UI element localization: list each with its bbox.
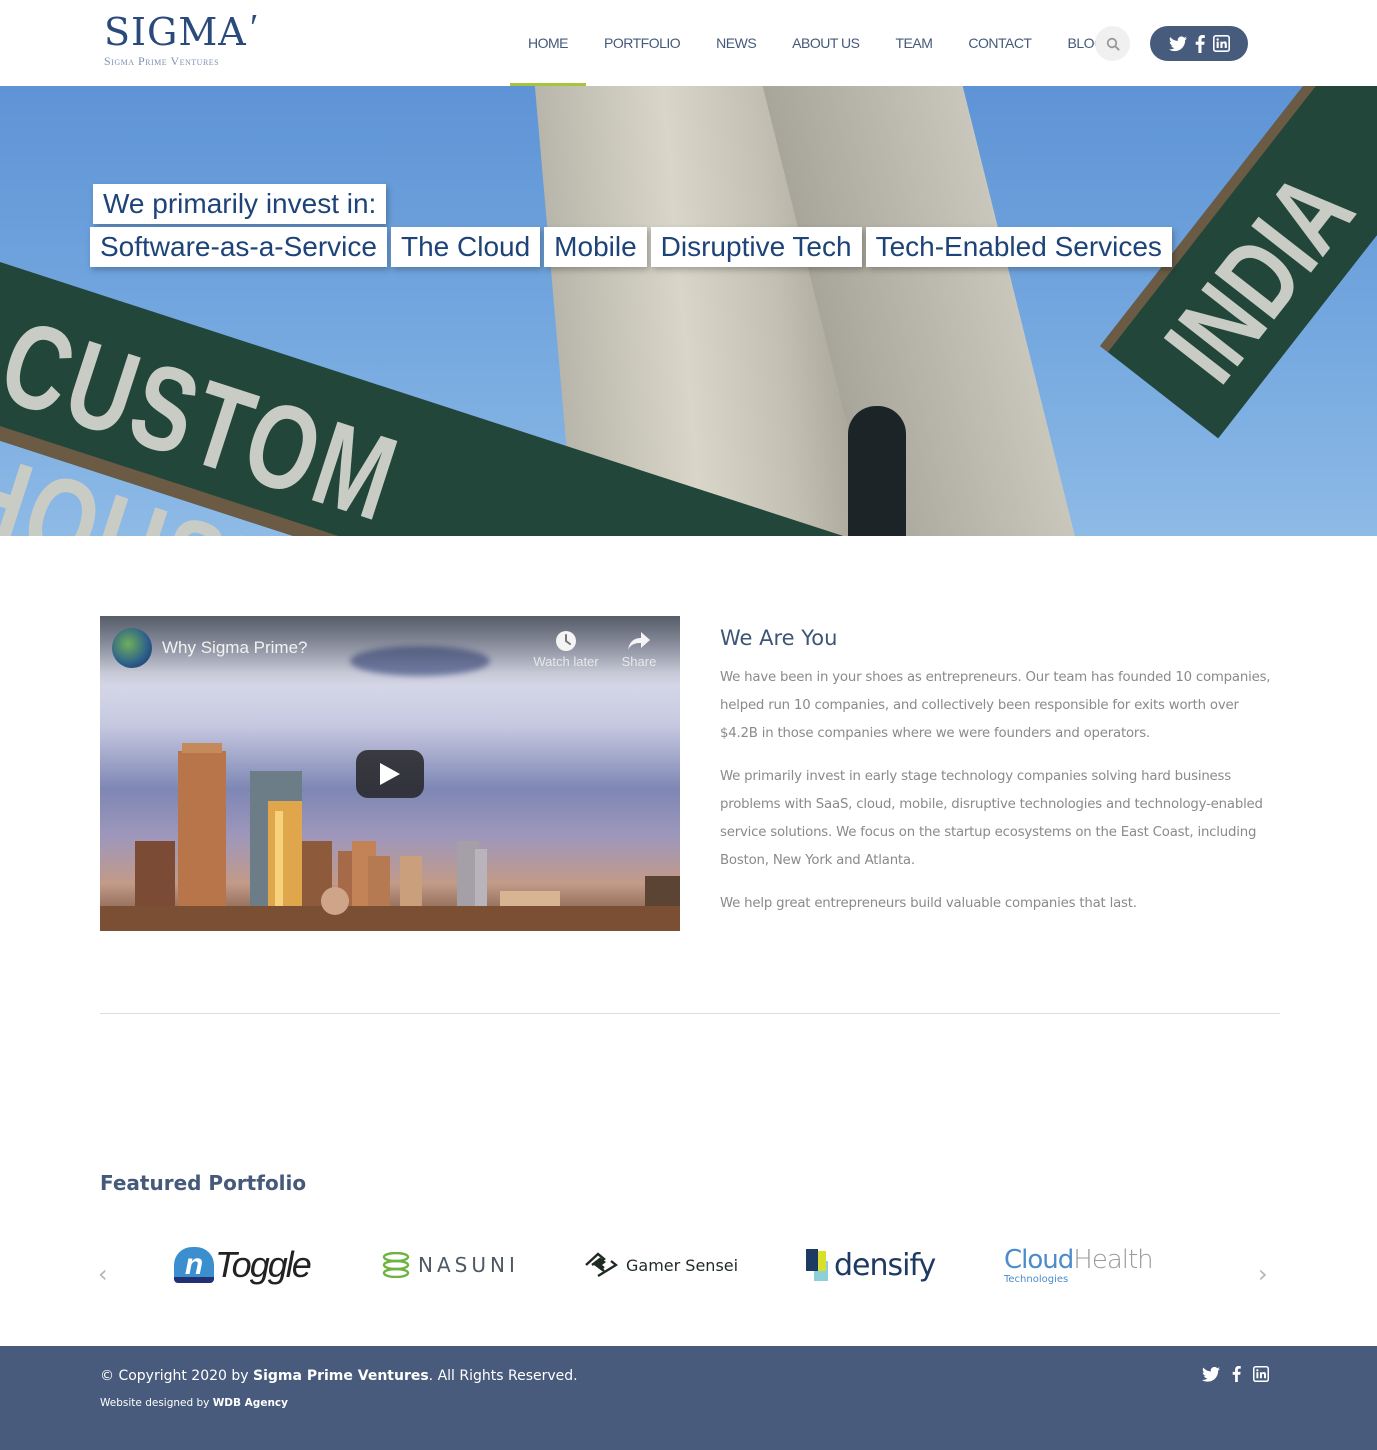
hero-banner: CUSTOM HOUSE ST INDIA We primarily inves… — [0, 86, 1377, 536]
hero-tag-saas: Software-as-a-Service — [90, 227, 387, 267]
main-nav: HOME PORTFOLIO NEWS ABOUT US TEAM CONTAC… — [510, 0, 1122, 88]
hero-sign-pole — [848, 406, 906, 536]
header-social-links — [1150, 26, 1248, 61]
footer-copyright: © Copyright 2020 by Sigma Prime Ventures… — [100, 1368, 578, 1384]
about-paragraph-2: We primarily invest in early stage techn… — [720, 769, 1263, 868]
about-heading: We Are You — [720, 626, 838, 650]
portfolio-logo-densify[interactable]: densify — [806, 1240, 936, 1290]
hero-investment-tags: Software-as-a-Service The Cloud Mobile D… — [90, 227, 1172, 267]
site-header: SIGMA ′ Sigma Prime Ventures HOME PORTFO… — [0, 0, 1377, 88]
footer-credit: Website designed by WDB Agency — [100, 1397, 288, 1409]
video-play-button[interactable] — [356, 750, 424, 798]
about-paragraph-1: We have been in your shoes as entreprene… — [720, 670, 1271, 741]
portfolio-logo-ntoggle[interactable]: n Toggle — [174, 1240, 312, 1290]
youtube-video-embed[interactable]: Why Sigma Prime? Watch later Share — [100, 616, 680, 931]
portfolio-logo-gamer-sensei[interactable]: Gamer Sensei — [584, 1240, 738, 1290]
linkedin-icon[interactable] — [1212, 35, 1230, 52]
about-paragraph-3: We help great entrepreneurs build valuab… — [720, 896, 1137, 911]
share-button[interactable]: Share — [616, 628, 662, 669]
hero-tag-cloud: The Cloud — [390, 227, 541, 267]
logo-wordmark: SIGMA — [104, 10, 247, 54]
densify-blocks-icon — [806, 1249, 828, 1281]
nav-news[interactable]: NEWS — [698, 0, 774, 86]
watch-later-label: Watch later — [533, 654, 599, 669]
footer-social-links — [1202, 1366, 1269, 1382]
twitter-icon[interactable] — [1168, 35, 1187, 52]
carousel-next-button[interactable]: › — [1258, 1260, 1268, 1288]
cloudhealth-technologies-text: Technologies — [1004, 1274, 1069, 1285]
section-divider — [100, 1013, 1280, 1014]
share-label: Share — [621, 654, 657, 669]
channel-avatar[interactable] — [112, 628, 152, 668]
hero-tag-disruptive-tech: Disruptive Tech — [650, 227, 862, 267]
watch-later-button[interactable]: Watch later — [528, 628, 604, 669]
nasuni-wordmark: NASUNI — [418, 1253, 519, 1277]
linkedin-icon[interactable] — [1253, 1366, 1269, 1382]
facebook-icon[interactable] — [1232, 1366, 1241, 1382]
share-arrow-icon — [628, 632, 650, 650]
logo-subtitle: Sigma Prime Ventures — [104, 54, 220, 68]
cloudhealth-health-text: Health — [1073, 1245, 1153, 1275]
search-button[interactable] — [1095, 26, 1130, 61]
facebook-icon[interactable] — [1195, 34, 1205, 53]
video-title[interactable]: Why Sigma Prime? — [162, 638, 307, 658]
play-icon — [380, 763, 400, 785]
twitter-icon[interactable] — [1202, 1366, 1220, 1382]
nav-home[interactable]: HOME — [510, 0, 586, 88]
nav-team[interactable]: TEAM — [877, 0, 950, 86]
ntoggle-wordmark: Toggle — [215, 1244, 312, 1285]
hero-intro-text: We primarily invest in: — [93, 184, 387, 224]
portfolio-heading: Featured Portfolio — [100, 1171, 307, 1195]
hero-tag-tech-enabled-services: Tech-Enabled Services — [865, 227, 1172, 267]
nasuni-stack-icon — [382, 1252, 410, 1278]
portfolio-logo-cloudhealth[interactable]: CloudHealth Technologies — [1004, 1240, 1154, 1290]
sigma-logo[interactable]: SIGMA ′ Sigma Prime Ventures — [104, 7, 274, 72]
gamer-sensei-wordmark: Gamer Sensei — [626, 1255, 739, 1275]
gamer-sensei-diamond-icon — [585, 1252, 618, 1278]
search-icon — [1106, 37, 1120, 51]
cloudhealth-cloud-text: Cloud — [1004, 1245, 1074, 1275]
ntoggle-n-mark: n — [174, 1247, 214, 1283]
nav-portfolio[interactable]: PORTFOLIO — [586, 0, 698, 86]
footer-agency-link[interactable]: WDB Agency — [213, 1397, 288, 1409]
hero-tag-mobile: Mobile — [544, 227, 647, 267]
portfolio-logo-nasuni[interactable]: NASUNI — [382, 1240, 519, 1290]
carousel-prev-button[interactable]: ‹ — [98, 1260, 108, 1288]
about-section: We Are You We have been in your shoes as… — [720, 626, 1280, 933]
densify-wordmark: densify — [834, 1247, 936, 1283]
site-footer: © Copyright 2020 by Sigma Prime Ventures… — [0, 1346, 1377, 1450]
logo-prime-mark: ′ — [250, 7, 259, 49]
clock-icon — [556, 631, 576, 651]
nav-contact[interactable]: CONTACT — [950, 0, 1049, 86]
nav-about-us[interactable]: ABOUT US — [774, 0, 877, 86]
footer-company-name: Sigma Prime Ventures — [253, 1368, 429, 1384]
